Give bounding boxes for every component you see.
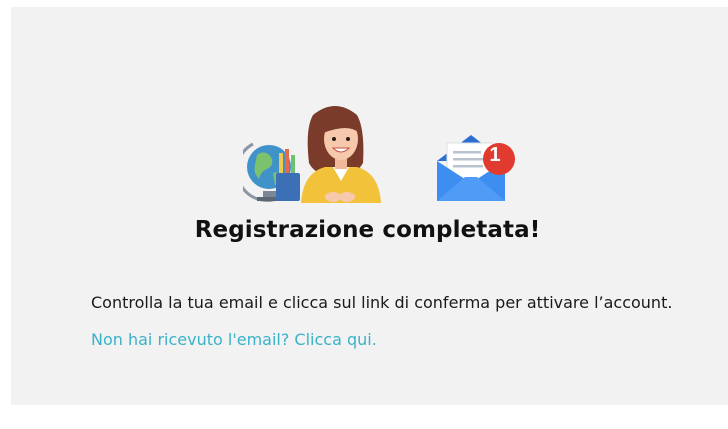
teacher-illustration-icon: [243, 106, 381, 203]
pencil-cup-icon: [276, 149, 300, 201]
notification-count: 1: [489, 144, 501, 166]
confirmation-message: Controlla la tua email e clicca sul link…: [91, 293, 673, 312]
registration-complete-card: 1 Registrazione completata! Controlla la…: [11, 7, 728, 405]
page-title: Registrazione completata!: [194, 217, 541, 243]
teacher-figure: [301, 106, 381, 203]
mail-notification-icon: [437, 135, 515, 201]
resend-email-link[interactable]: Non hai ricevuto l'email? Clicca qui.: [91, 330, 377, 349]
